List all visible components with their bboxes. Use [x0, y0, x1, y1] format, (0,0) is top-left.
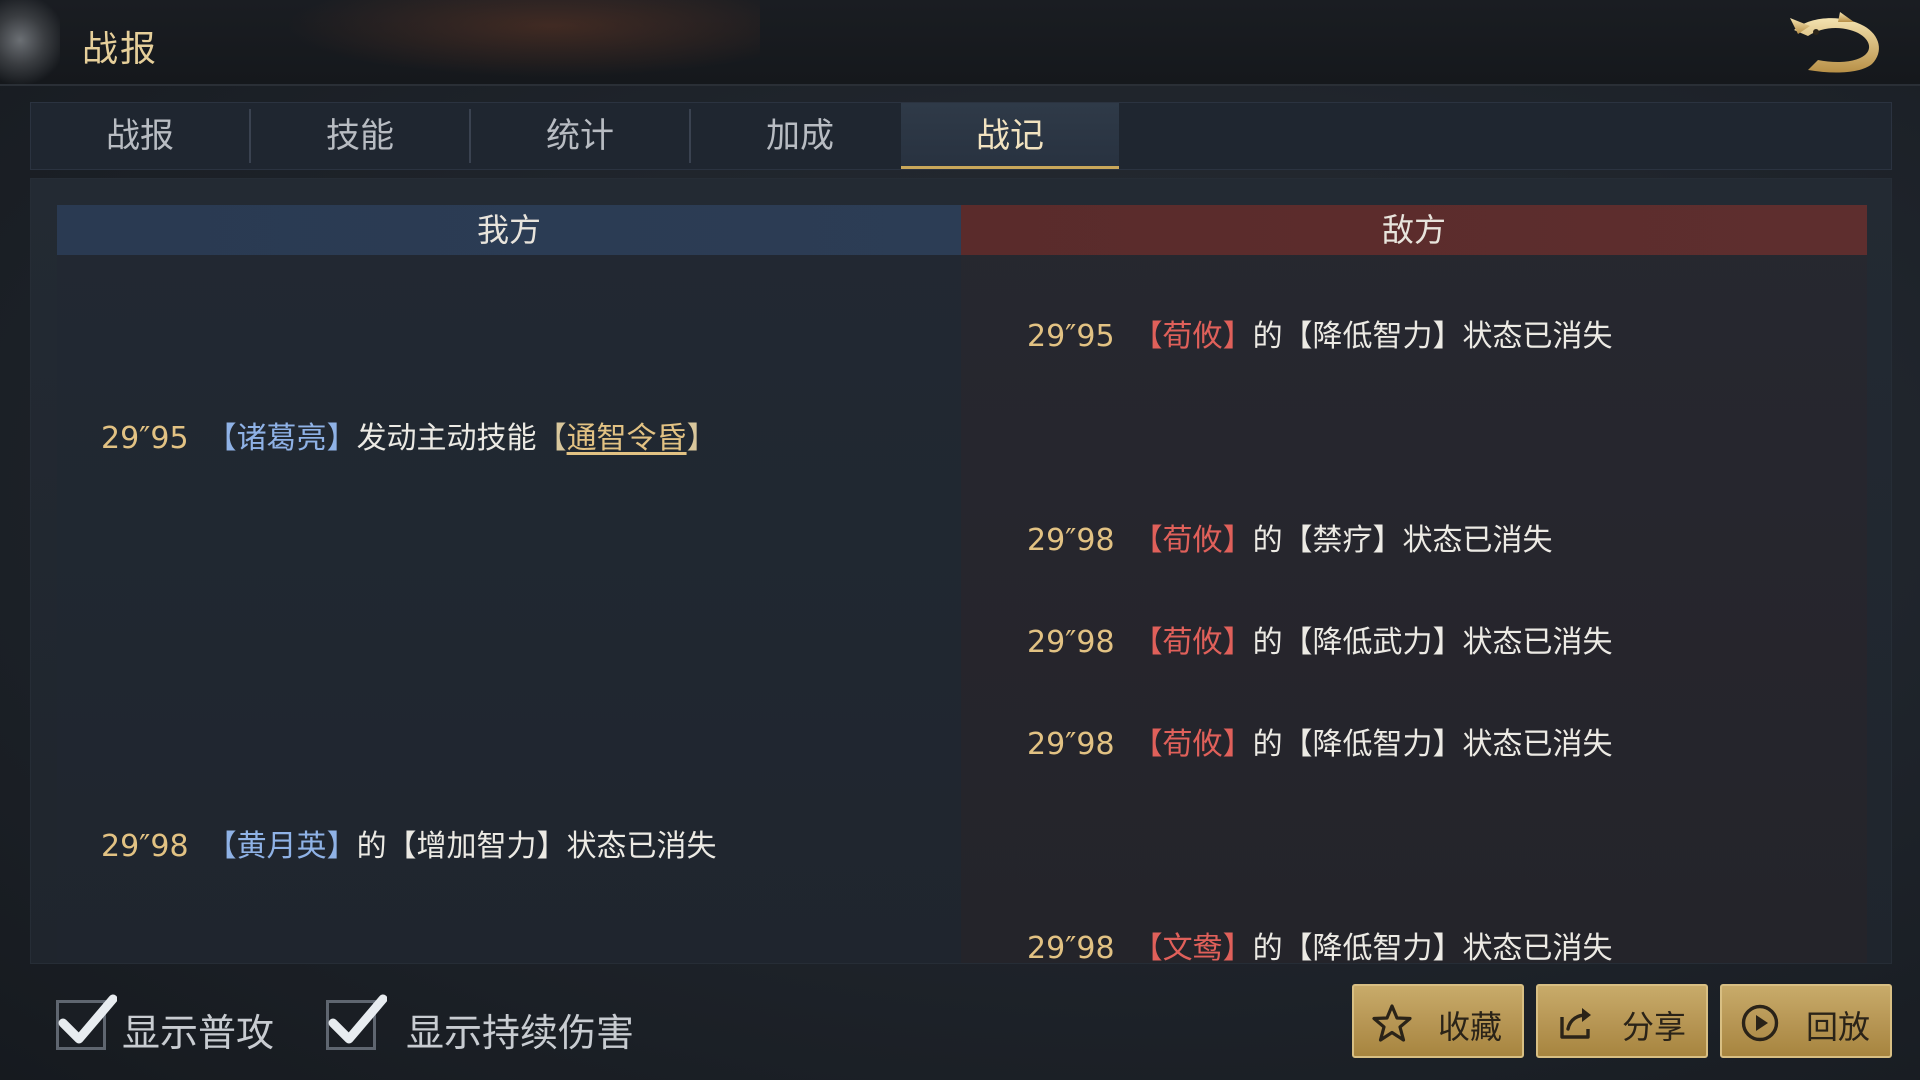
bracket: 【: [1132, 319, 1163, 354]
log-time: 29″98: [101, 829, 189, 864]
bracket: 】: [1222, 727, 1253, 762]
log-entry: 29″95 【荀攸】的【降低智力】状态已消失: [1027, 311, 1613, 355]
header-ornament: [0, 0, 60, 86]
bracket: 】: [1222, 319, 1253, 354]
bracket: 】: [326, 421, 357, 456]
enemy-general-name[interactable]: 荀攸: [1163, 625, 1223, 660]
tab-bonus[interactable]: 加成: [691, 103, 909, 169]
show-dot-damage-checkbox[interactable]: 显示持续伤害: [326, 994, 646, 1055]
share-button[interactable]: 分享: [1536, 984, 1708, 1058]
log-text: 的【降低武力】状态已消失: [1252, 625, 1613, 660]
show-normal-attack-checkbox[interactable]: 显示普攻: [56, 994, 296, 1055]
log-entry: 29″98 【荀攸】的【禁疗】状态已消失: [1027, 515, 1553, 559]
tab-battle-log[interactable]: 战记: [901, 103, 1119, 169]
bracket: 【: [1132, 523, 1163, 558]
enemy-general-name[interactable]: 荀攸: [1163, 727, 1223, 762]
dragon-icon: [1790, 12, 1879, 73]
checkmark-icon: [328, 994, 387, 1044]
tab-skills[interactable]: 技能: [251, 103, 469, 169]
bracket: 【: [206, 829, 237, 864]
enemy-column: [961, 255, 1867, 963]
bracket: 【: [206, 421, 237, 456]
log-entry: 29″98 【荀攸】的【降低智力】状态已消失: [1027, 719, 1613, 763]
ally-general-name[interactable]: 诸葛亮: [237, 421, 327, 456]
log-entry: 29″98 【文鸯】的【降低智力】状态已消失: [1027, 923, 1613, 964]
bracket: 【: [536, 421, 567, 456]
battle-report-screen: 战报 战报 技能 统计 加成 战记 我方 敌方 29″95 【荀攸】的【降低智力…: [0, 0, 1920, 1080]
log-text: 的【降低智力】状态已消失: [1252, 931, 1613, 964]
bracket: 【: [1132, 931, 1163, 964]
log-text: 的【降低智力】状态已消失: [1252, 319, 1613, 354]
checkbox-box[interactable]: [56, 994, 117, 1050]
tab-bar: 战报 技能 统计 加成 战记: [30, 102, 1892, 170]
bracket: 】: [1222, 931, 1253, 964]
share-icon: [1560, 1008, 1591, 1039]
checkmark-icon: [58, 994, 117, 1044]
tab-battle-report[interactable]: 战报: [31, 103, 249, 169]
tab-statistics[interactable]: 统计: [471, 103, 689, 169]
log-time: 29″98: [1027, 523, 1115, 558]
show-normal-attack-label: 显示普攻: [122, 1011, 275, 1055]
log-entry: 29″95 【诸葛亮】发动主动技能【通智令昏】: [101, 413, 717, 457]
log-time: 29″98: [1027, 727, 1115, 762]
header-background-art: [240, 0, 760, 86]
bracket: 【: [1132, 625, 1163, 660]
bracket: 】: [1222, 523, 1253, 558]
log-time: 29″95: [101, 421, 189, 456]
ally-general-name[interactable]: 黄月英: [237, 829, 327, 864]
favorite-button[interactable]: 收藏: [1352, 984, 1524, 1058]
enemy-general-name[interactable]: 荀攸: [1163, 319, 1223, 354]
bracket: 】: [326, 829, 357, 864]
bracket: 】: [1222, 625, 1253, 660]
header-bar: 战报: [0, 0, 1920, 86]
bracket: 】: [686, 421, 717, 456]
battle-log-panel[interactable]: 我方 敌方 29″95 【荀攸】的【降低智力】状态已消失 29″95 【诸葛亮】发动…: [30, 178, 1892, 964]
bracket: 【: [1132, 727, 1163, 762]
log-time: 29″98: [1027, 625, 1115, 660]
enemy-general-name[interactable]: 荀攸: [1163, 523, 1223, 558]
replay-button-label: 回放: [1806, 1008, 1871, 1046]
enemy-column-header: 敌方: [961, 205, 1867, 255]
log-text: 的【禁疗】状态已消失: [1252, 523, 1553, 558]
log-entry: 29″98 【黄月英】的【增加智力】状态已消失: [101, 821, 717, 865]
page-title: 战报: [82, 29, 159, 70]
ally-column-header: 我方: [57, 205, 961, 255]
show-dot-damage-label: 显示持续伤害: [406, 1011, 635, 1055]
log-text: 的【增加智力】状态已消失: [356, 829, 717, 864]
checkbox-box[interactable]: [326, 994, 387, 1050]
enemy-general-name[interactable]: 文鸯: [1163, 931, 1223, 963]
skill-link[interactable]: 通智令昏: [567, 421, 687, 456]
share-button-label: 分享: [1622, 1008, 1687, 1046]
log-text: 的【降低智力】状态已消失: [1252, 727, 1613, 762]
play-icon: [1741, 1004, 1779, 1042]
star-icon: [1372, 1004, 1412, 1042]
replay-button[interactable]: 回放: [1720, 984, 1892, 1058]
dragon-back-button[interactable]: [1780, 8, 1890, 80]
log-time: 29″98: [1027, 931, 1115, 964]
log-time: 29″95: [1027, 319, 1115, 354]
log-entry: 29″98 【荀攸】的【降低武力】状态已消失: [1027, 617, 1613, 661]
log-text: 发动主动技能: [356, 421, 537, 456]
favorite-button-label: 收藏: [1438, 1008, 1503, 1046]
